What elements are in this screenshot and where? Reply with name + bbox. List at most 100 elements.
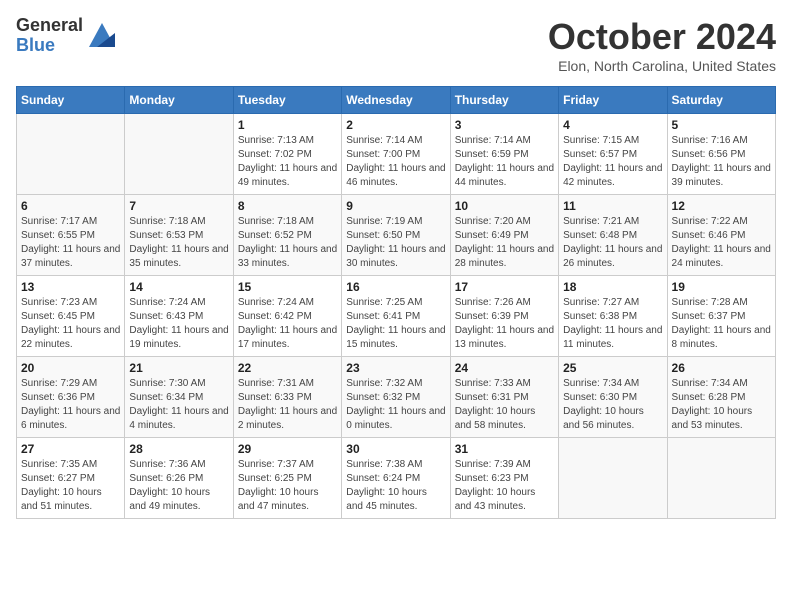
calendar-cell: 20Sunrise: 7:29 AMSunset: 6:36 PMDayligh… (17, 357, 125, 438)
calendar-cell: 5 Sunrise: 7:16 AMSunset: 6:56 PMDaylight… (667, 114, 775, 195)
day-number: 3 (455, 118, 554, 132)
calendar-cell (667, 438, 775, 519)
calendar-cell: 16Sunrise: 7:25 AMSunset: 6:41 PMDayligh… (342, 276, 450, 357)
day-info: Sunrise: 7:37 AMSunset: 6:25 PMDaylight:… (238, 458, 337, 514)
calendar-cell (559, 438, 667, 519)
calendar-week-5: 27Sunrise: 7:35 AMSunset: 6:27 PMDayligh… (17, 438, 776, 519)
location: Elon, North Carolina, United States (548, 58, 776, 74)
day-info: Sunrise: 7:35 AMSunset: 6:27 PMDaylight:… (21, 458, 120, 514)
day-number: 26 (672, 361, 771, 375)
calendar-cell: 19Sunrise: 7:28 AMSunset: 6:37 PMDayligh… (667, 276, 775, 357)
day-info: Sunrise: 7:36 AMSunset: 6:26 PMDaylight:… (129, 458, 228, 514)
day-info: Sunrise: 7:22 AMSunset: 6:46 PMDaylight:… (672, 215, 771, 271)
day-info: Sunrise: 7:25 AMSunset: 6:41 PMDaylight:… (346, 296, 445, 352)
day-number: 13 (21, 280, 120, 294)
weekday-header-wednesday: Wednesday (342, 87, 450, 114)
day-info: Sunrise: 7:13 AMSunset: 7:02 PMDaylight:… (238, 134, 337, 190)
calendar-cell: 17 Sunrise: 7:26 AMSunset: 6:39 PMDayligh… (450, 276, 558, 357)
day-number: 15 (238, 280, 337, 294)
day-info: Sunrise: 7:26 AMSunset: 6:39 PMDaylight:… (455, 296, 554, 352)
calendar-cell: 10 Sunrise: 7:20 AMSunset: 6:49 PMDayligh… (450, 195, 558, 276)
weekday-header-friday: Friday (559, 87, 667, 114)
day-number: 5 (672, 118, 771, 132)
day-number: 19 (672, 280, 771, 294)
calendar-cell: 11 Sunrise: 7:21 AMSunset: 6:48 PMDayligh… (559, 195, 667, 276)
calendar-cell: 24 Sunrise: 7:33 AMSunset: 6:31 PMDayligh… (450, 357, 558, 438)
day-info: Sunrise: 7:38 AMSunset: 6:24 PMDaylight:… (346, 458, 445, 514)
day-number: 22 (238, 361, 337, 375)
calendar-cell: 28Sunrise: 7:36 AMSunset: 6:26 PMDayligh… (125, 438, 233, 519)
day-info: Sunrise: 7:20 AMSunset: 6:49 PMDaylight:… (455, 215, 554, 271)
calendar-cell: 12 Sunrise: 7:22 AMSunset: 6:46 PMDayligh… (667, 195, 775, 276)
day-number: 10 (455, 199, 554, 213)
day-number: 11 (563, 199, 662, 213)
calendar-week-4: 20Sunrise: 7:29 AMSunset: 6:36 PMDayligh… (17, 357, 776, 438)
day-number: 18 (563, 280, 662, 294)
logo: General Blue (16, 16, 117, 56)
page-header: General Blue October 2024 Elon, North Ca… (16, 16, 776, 74)
day-info: Sunrise: 7:15 AMSunset: 6:57 PMDaylight:… (563, 134, 662, 190)
calendar-cell: 8 Sunrise: 7:18 AMSunset: 6:52 PMDaylight… (233, 195, 341, 276)
day-info: Sunrise: 7:33 AMSunset: 6:31 PMDaylight:… (455, 377, 554, 433)
calendar-cell: 7 Sunrise: 7:18 AMSunset: 6:53 PMDaylight… (125, 195, 233, 276)
day-info: Sunrise: 7:31 AMSunset: 6:33 PMDaylight:… (238, 377, 337, 433)
weekday-header-monday: Monday (125, 87, 233, 114)
day-info: Sunrise: 7:16 AMSunset: 6:56 PMDaylight:… (672, 134, 771, 190)
day-number: 24 (455, 361, 554, 375)
day-info: Sunrise: 7:18 AMSunset: 6:52 PMDaylight:… (238, 215, 337, 271)
calendar-cell: 15Sunrise: 7:24 AMSunset: 6:42 PMDayligh… (233, 276, 341, 357)
calendar-cell: 23 Sunrise: 7:32 AMSunset: 6:32 PMDayligh… (342, 357, 450, 438)
calendar-cell: 22 Sunrise: 7:31 AMSunset: 6:33 PMDayligh… (233, 357, 341, 438)
day-number: 23 (346, 361, 445, 375)
weekday-header-thursday: Thursday (450, 87, 558, 114)
day-number: 7 (129, 199, 228, 213)
day-info: Sunrise: 7:34 AMSunset: 6:30 PMDaylight:… (563, 377, 662, 433)
day-number: 12 (672, 199, 771, 213)
day-info: Sunrise: 7:34 AMSunset: 6:28 PMDaylight:… (672, 377, 771, 433)
day-number: 31 (455, 442, 554, 456)
calendar-cell: 31 Sunrise: 7:39 AMSunset: 6:23 PMDayligh… (450, 438, 558, 519)
calendar-cell: 13 Sunrise: 7:23 AMSunset: 6:45 PMDayligh… (17, 276, 125, 357)
day-number: 17 (455, 280, 554, 294)
day-info: Sunrise: 7:39 AMSunset: 6:23 PMDaylight:… (455, 458, 554, 514)
calendar-cell: 18 Sunrise: 7:27 AMSunset: 6:38 PMDayligh… (559, 276, 667, 357)
day-info: Sunrise: 7:32 AMSunset: 6:32 PMDaylight:… (346, 377, 445, 433)
calendar-cell: 14 Sunrise: 7:24 AMSunset: 6:43 PMDayligh… (125, 276, 233, 357)
day-info: Sunrise: 7:30 AMSunset: 6:34 PMDaylight:… (129, 377, 228, 433)
title-block: October 2024 Elon, North Carolina, Unite… (548, 16, 776, 74)
day-number: 9 (346, 199, 445, 213)
calendar-cell: 26 Sunrise: 7:34 AMSunset: 6:28 PMDayligh… (667, 357, 775, 438)
calendar-cell: 2Sunrise: 7:14 AMSunset: 7:00 PMDaylight… (342, 114, 450, 195)
calendar-cell (17, 114, 125, 195)
day-number: 8 (238, 199, 337, 213)
calendar-cell: 3 Sunrise: 7:14 AMSunset: 6:59 PMDaylight… (450, 114, 558, 195)
day-number: 1 (238, 118, 337, 132)
weekday-header-tuesday: Tuesday (233, 87, 341, 114)
day-number: 4 (563, 118, 662, 132)
day-info: Sunrise: 7:14 AMSunset: 6:59 PMDaylight:… (455, 134, 554, 190)
day-info: Sunrise: 7:18 AMSunset: 6:53 PMDaylight:… (129, 215, 228, 271)
logo-icon (87, 19, 117, 49)
calendar-cell: 27Sunrise: 7:35 AMSunset: 6:27 PMDayligh… (17, 438, 125, 519)
day-info: Sunrise: 7:24 AMSunset: 6:43 PMDaylight:… (129, 296, 228, 352)
day-info: Sunrise: 7:27 AMSunset: 6:38 PMDaylight:… (563, 296, 662, 352)
day-info: Sunrise: 7:29 AMSunset: 6:36 PMDaylight:… (21, 377, 120, 433)
day-number: 6 (21, 199, 120, 213)
weekday-header-sunday: Sunday (17, 87, 125, 114)
calendar-table: SundayMondayTuesdayWednesdayThursdayFrid… (16, 86, 776, 519)
day-info: Sunrise: 7:23 AMSunset: 6:45 PMDaylight:… (21, 296, 120, 352)
logo-general: General (16, 16, 83, 36)
calendar-cell: 9 Sunrise: 7:19 AMSunset: 6:50 PMDaylight… (342, 195, 450, 276)
day-number: 2 (346, 118, 445, 132)
calendar-cell (125, 114, 233, 195)
calendar-cell: 4 Sunrise: 7:15 AMSunset: 6:57 PMDaylight… (559, 114, 667, 195)
day-info: Sunrise: 7:21 AMSunset: 6:48 PMDaylight:… (563, 215, 662, 271)
calendar-cell: 6Sunrise: 7:17 AMSunset: 6:55 PMDaylight… (17, 195, 125, 276)
month-title: October 2024 (548, 16, 776, 58)
calendar-week-2: 6Sunrise: 7:17 AMSunset: 6:55 PMDaylight… (17, 195, 776, 276)
calendar-cell: 25Sunrise: 7:34 AMSunset: 6:30 PMDayligh… (559, 357, 667, 438)
weekday-header-row: SundayMondayTuesdayWednesdayThursdayFrid… (17, 87, 776, 114)
day-number: 29 (238, 442, 337, 456)
day-info: Sunrise: 7:19 AMSunset: 6:50 PMDaylight:… (346, 215, 445, 271)
day-number: 14 (129, 280, 228, 294)
